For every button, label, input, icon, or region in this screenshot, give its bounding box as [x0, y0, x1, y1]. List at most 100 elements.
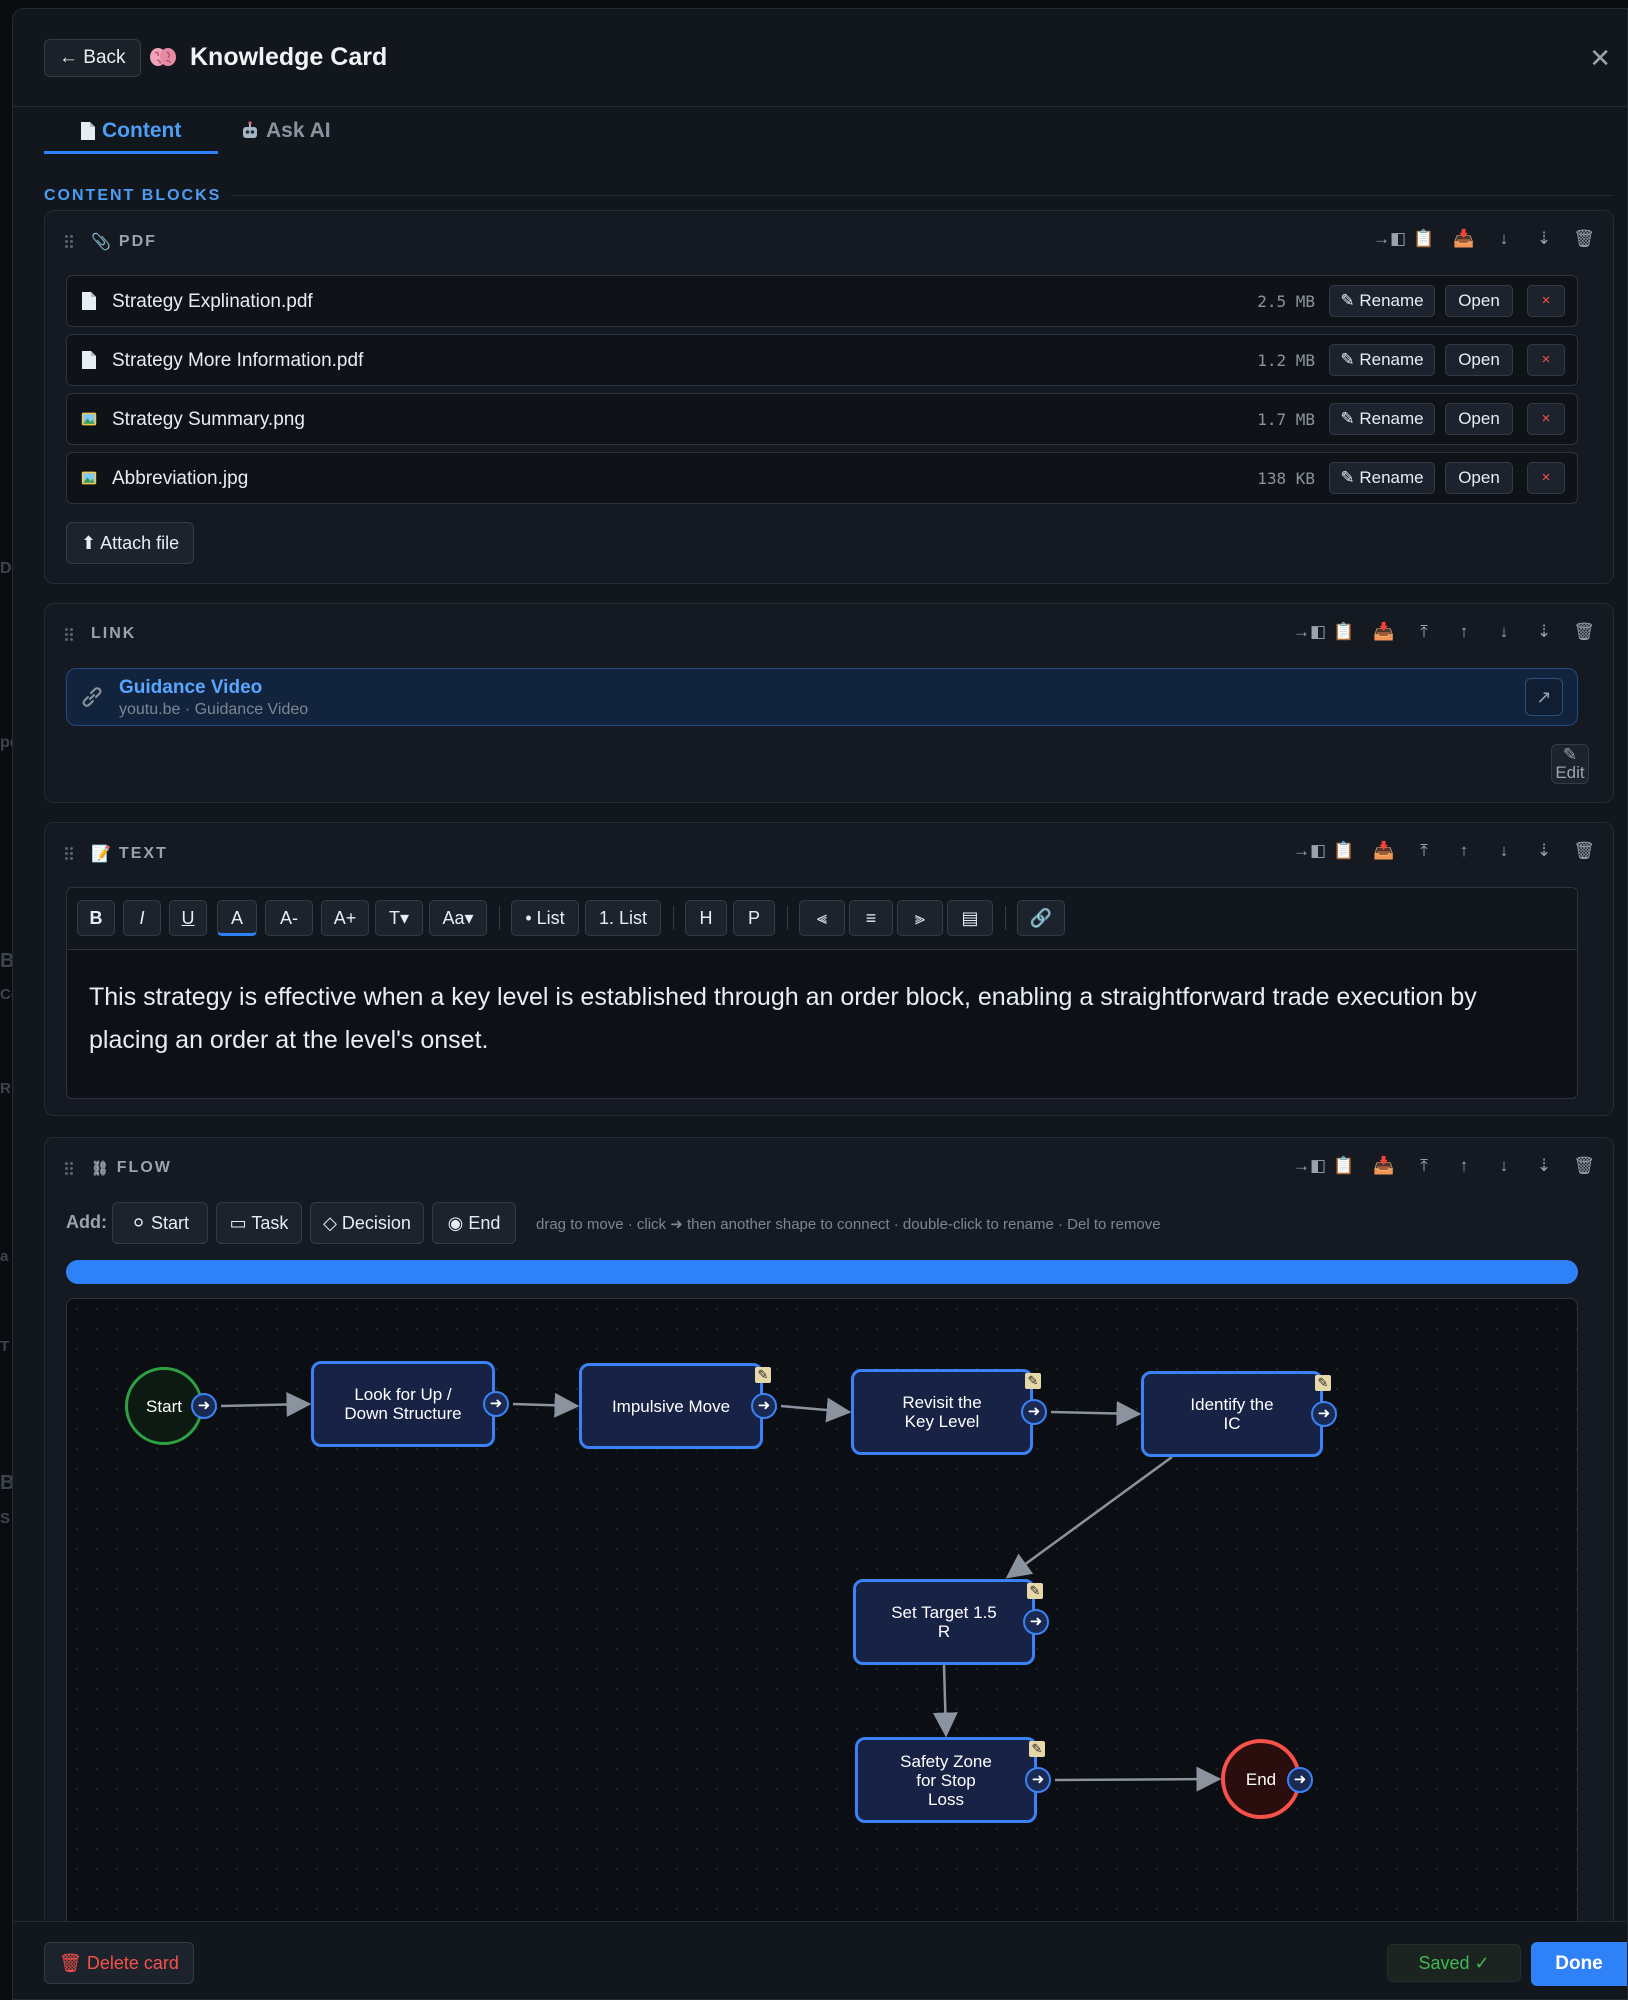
- move-bottom-icon[interactable]: ⇣: [1533, 229, 1555, 249]
- connect-port-icon[interactable]: ➜: [751, 1393, 777, 1419]
- case-dropdown[interactable]: Aa▾: [429, 900, 487, 936]
- heading-button[interactable]: H: [685, 900, 727, 936]
- add-start-button[interactable]: ⚪ Start: [112, 1202, 208, 1244]
- connect-port-icon[interactable]: ➜: [1287, 1767, 1313, 1793]
- paste-icon[interactable]: 📥: [1373, 622, 1395, 642]
- flow-connector[interactable]: [1005, 1455, 1173, 1579]
- flow-connector[interactable]: [1050, 1400, 1142, 1426]
- drag-handle-icon[interactable]: [65, 628, 73, 642]
- justify-button[interactable]: ▤: [947, 900, 993, 936]
- move-top-icon[interactable]: ⤒: [1413, 622, 1435, 642]
- paragraph-button[interactable]: P: [733, 900, 775, 936]
- tab-content[interactable]: Content: [80, 119, 181, 143]
- move-bottom-icon[interactable]: ⇣: [1533, 841, 1555, 861]
- trash-icon[interactable]: 🗑: [1573, 841, 1595, 861]
- flow-connector[interactable]: [780, 1397, 852, 1423]
- move-top-icon[interactable]: ⤒: [1413, 1156, 1435, 1176]
- drag-handle-icon[interactable]: [65, 1162, 73, 1176]
- connect-port-icon[interactable]: ➜: [1021, 1399, 1047, 1425]
- note-icon[interactable]: ✎: [1027, 1583, 1043, 1599]
- move-up-icon[interactable]: ↑: [1453, 841, 1475, 861]
- move-to-column-icon[interactable]: →◧: [1293, 841, 1326, 861]
- trash-icon[interactable]: 🗑: [1573, 229, 1595, 249]
- note-icon[interactable]: ✎: [755, 1367, 771, 1383]
- editor-content[interactable]: This strategy is effective when a key le…: [89, 976, 1559, 1062]
- remove-file-button[interactable]: ×: [1527, 462, 1565, 494]
- underline-button[interactable]: U: [169, 900, 207, 936]
- note-icon[interactable]: ✎: [1029, 1741, 1045, 1757]
- remove-file-button[interactable]: ×: [1527, 344, 1565, 376]
- font-larger-button[interactable]: A+: [321, 900, 369, 936]
- drag-handle-icon[interactable]: [65, 847, 73, 861]
- close-icon[interactable]: ✕: [1589, 43, 1611, 74]
- copy-icon[interactable]: 📋: [1333, 1156, 1355, 1176]
- move-down-icon[interactable]: ↓: [1493, 841, 1515, 861]
- bullet-list-button[interactable]: • List: [511, 900, 579, 936]
- move-down-icon[interactable]: ↓: [1493, 622, 1515, 642]
- align-left-button[interactable]: ⫷: [799, 900, 845, 936]
- italic-button[interactable]: I: [123, 900, 161, 936]
- flow-node-task[interactable]: Safety Zone for Stop Loss: [855, 1737, 1037, 1823]
- trash-icon[interactable]: 🗑: [1573, 1156, 1595, 1176]
- add-task-button[interactable]: ▭ Task: [216, 1202, 302, 1244]
- open-button[interactable]: Open: [1445, 344, 1513, 376]
- rename-button[interactable]: ✎ Rename: [1329, 344, 1435, 376]
- open-button[interactable]: Open: [1445, 462, 1513, 494]
- trash-icon[interactable]: 🗑: [1573, 622, 1595, 642]
- note-icon[interactable]: ✎: [1315, 1375, 1331, 1391]
- connect-port-icon[interactable]: ➜: [1311, 1401, 1337, 1427]
- connect-port-icon[interactable]: ➜: [483, 1391, 509, 1417]
- text-color-button[interactable]: A: [217, 900, 257, 936]
- paste-icon[interactable]: 📥: [1373, 1156, 1395, 1176]
- connect-port-icon[interactable]: ➜: [1023, 1609, 1049, 1635]
- move-bottom-icon[interactable]: ⇣: [1533, 1156, 1555, 1176]
- flow-connector[interactable]: [512, 1392, 580, 1418]
- paste-icon[interactable]: 📥: [1373, 841, 1395, 861]
- move-bottom-icon[interactable]: ⇣: [1533, 622, 1555, 642]
- add-decision-button[interactable]: ◇ Decision: [310, 1202, 424, 1244]
- align-right-button[interactable]: ⫸: [897, 900, 943, 936]
- copy-icon[interactable]: 📋: [1333, 841, 1355, 861]
- link-title[interactable]: Guidance Video: [119, 677, 262, 699]
- move-top-icon[interactable]: ⤒: [1413, 841, 1435, 861]
- back-button[interactable]: ← Back: [44, 39, 141, 77]
- flow-connector[interactable]: [220, 1392, 312, 1418]
- align-center-button[interactable]: ≡: [849, 900, 893, 936]
- remove-file-button[interactable]: ×: [1527, 403, 1565, 435]
- move-down-icon[interactable]: ↓: [1493, 229, 1515, 249]
- text-style-dropdown[interactable]: T▾: [375, 900, 423, 936]
- font-smaller-button[interactable]: A-: [265, 900, 313, 936]
- rename-button[interactable]: ✎ Rename: [1329, 403, 1435, 435]
- flow-connector[interactable]: [1054, 1766, 1222, 1792]
- move-to-column-icon[interactable]: →◧: [1293, 622, 1326, 642]
- connect-port-icon[interactable]: ➜: [1025, 1767, 1051, 1793]
- flow-node-task[interactable]: Identify the IC: [1141, 1371, 1323, 1457]
- link-preview-card[interactable]: Guidance Video youtu.be · Guidance Video…: [66, 668, 1578, 726]
- flow-connector[interactable]: [932, 1664, 958, 1738]
- external-link-icon[interactable]: ↗: [1525, 678, 1563, 716]
- rename-button[interactable]: ✎ Rename: [1329, 285, 1435, 317]
- copy-icon[interactable]: 📋: [1333, 622, 1355, 642]
- edit-link-button[interactable]: ✎ Edit: [1551, 744, 1589, 784]
- flow-node-task[interactable]: Revisit the Key Level: [851, 1369, 1033, 1455]
- move-to-column-icon[interactable]: →◧: [1373, 229, 1406, 249]
- attach-file-button[interactable]: ⬆ Attach file: [66, 522, 195, 564]
- note-icon[interactable]: ✎: [1025, 1373, 1041, 1389]
- move-to-column-icon[interactable]: →◧: [1293, 1156, 1326, 1176]
- drag-handle-icon[interactable]: [65, 235, 73, 249]
- paste-icon[interactable]: 📥: [1453, 229, 1475, 249]
- move-down-icon[interactable]: ↓: [1493, 1156, 1515, 1176]
- connect-port-icon[interactable]: ➜: [191, 1393, 217, 1419]
- flow-node-task[interactable]: Set Target 1.5 R: [853, 1579, 1035, 1665]
- bold-button[interactable]: B: [77, 900, 115, 936]
- open-button[interactable]: Open: [1445, 285, 1513, 317]
- tab-ask-ai[interactable]: Ask AI: [240, 119, 331, 143]
- open-button[interactable]: Open: [1445, 403, 1513, 435]
- flow-canvas[interactable]: Start ➜ Look for Up / Down Structure ➜ I…: [66, 1298, 1578, 1938]
- done-button[interactable]: Done: [1531, 1942, 1627, 1986]
- insert-link-button[interactable]: 🔗: [1017, 900, 1065, 936]
- copy-icon[interactable]: 📋: [1413, 229, 1435, 249]
- flow-node-task[interactable]: Look for Up / Down Structure: [311, 1361, 495, 1447]
- move-up-icon[interactable]: ↑: [1453, 1156, 1475, 1176]
- rename-button[interactable]: ✎ Rename: [1329, 462, 1435, 494]
